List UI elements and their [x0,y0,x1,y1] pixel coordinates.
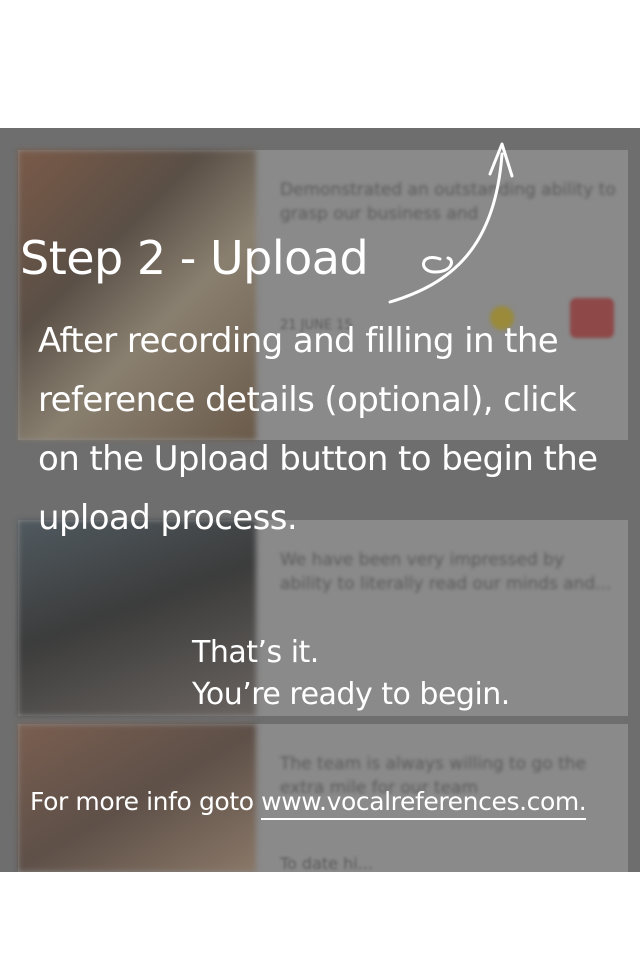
more-info-text: For more info goto www.vocalreferences.c… [30,784,587,820]
completion-line-1: That’s it. [192,635,319,670]
step-title: Step 2 - Upload [20,231,369,285]
reference-snippet-2: To date hi... [280,854,373,872]
chevron-right-icon[interactable] [0,0,40,54]
reference-snippet: We have been very impressed by ability t… [280,550,612,594]
completion-line-2: You’re ready to begin. [192,677,510,712]
website-link[interactable]: www.vocalreferences.com. [261,787,587,820]
curved-arrow-up-icon [388,142,514,304]
step-instructions: After recording and filling in the refer… [38,321,598,538]
more-info-prefix: For more info goto [30,787,262,816]
completion-message: That’s it. You’re ready to begin. [192,632,510,716]
